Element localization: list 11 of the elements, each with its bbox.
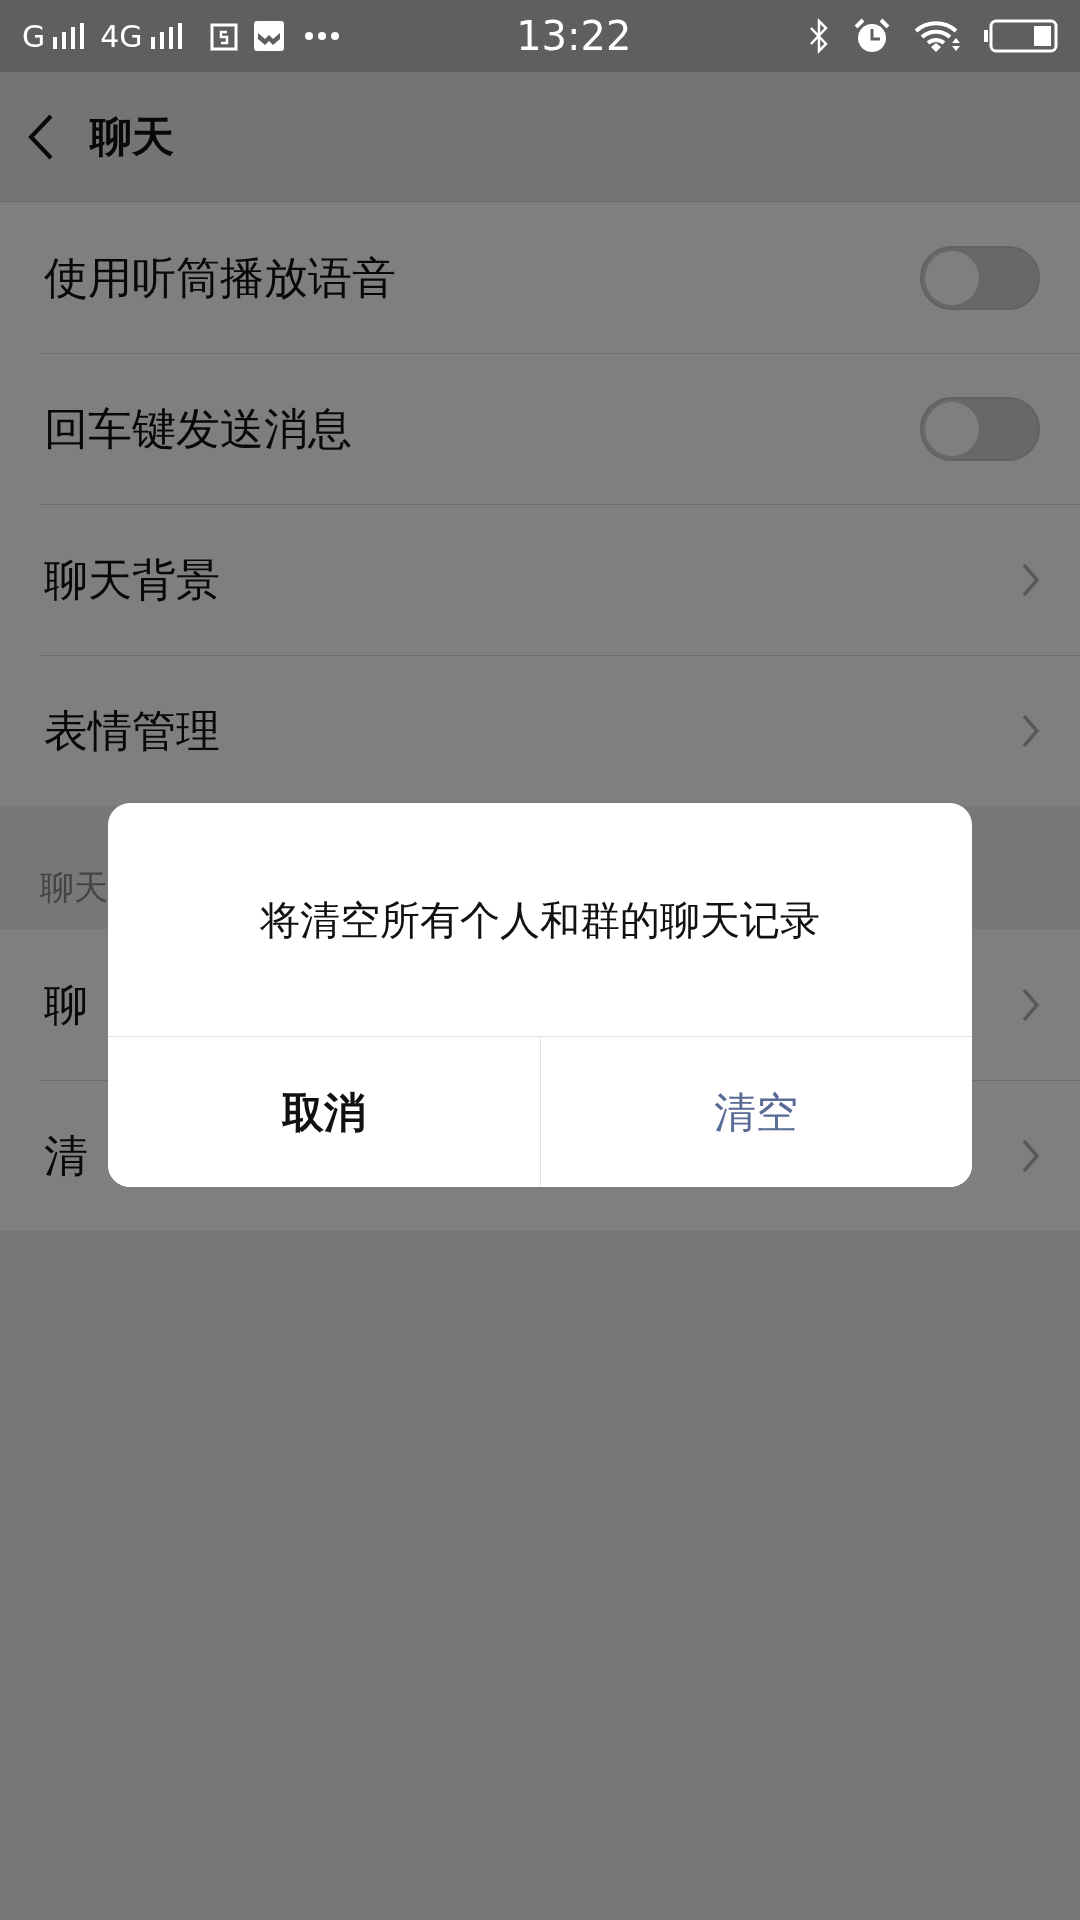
row-label: 聊 [44,977,88,1032]
dialog-message: 将清空所有个人和群的聊天记录 [260,895,820,945]
network-label: 4G [100,17,143,56]
page-title: 聊天 [90,111,174,163]
row-label: 表情管理 [44,703,220,758]
row-label: 聊天背景 [44,552,220,607]
row-label: 使用听筒播放语音 [44,250,396,305]
status-time: 13:22 [516,12,632,61]
row-label: 清 [44,1128,88,1183]
row-label: 回车键发送消息 [44,401,352,456]
network-label: G [22,17,46,56]
